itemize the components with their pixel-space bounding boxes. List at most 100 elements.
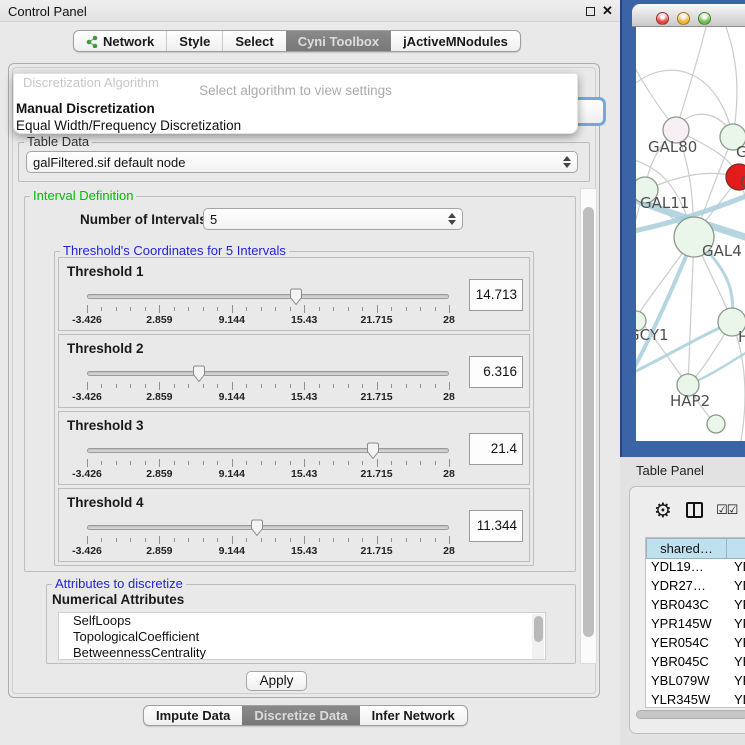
tab-network[interactable]: Network (74, 31, 166, 51)
control-panel-titlebar: Control Panel ✕ (0, 0, 620, 22)
cell-name[interactable]: YLR3 (727, 692, 745, 708)
tab-infer-network[interactable]: Infer Network (360, 706, 467, 725)
table-row[interactable]: YLR345WYLR3 (646, 692, 745, 708)
cell-shared-name[interactable]: YDR27… (646, 578, 727, 597)
network-edge[interactable] (726, 27, 737, 137)
table-row[interactable]: YBL079WYBL0 (646, 673, 745, 692)
table-panel-title: Table Panel (636, 463, 704, 478)
network-edge-highlighted[interactable] (636, 237, 694, 383)
slider-track[interactable] (87, 294, 449, 299)
algorithm-option-equal-width-frequency-discretization[interactable]: Equal Width/Frequency Discretization (16, 118, 241, 133)
threshold-label: Threshold 4 (67, 495, 144, 510)
top-tab-bar: NetworkStyle Select Cyni Toolbox jActiveMNo… (73, 30, 521, 52)
table-row[interactable]: YDR27…YDR2 (646, 578, 745, 597)
threshold-value-field[interactable]: 11.344 (469, 510, 523, 542)
attribute-item-selfloops[interactable]: SelfLoops (59, 613, 545, 629)
threshold-value-field[interactable]: 21.4 (469, 433, 523, 465)
apply-button[interactable]: Apply (246, 671, 307, 691)
network-node-label: GAL4 (702, 242, 742, 260)
number-of-intervals-combobox[interactable]: 5 (203, 208, 463, 230)
tab-label: jActiveMNodules (403, 34, 508, 49)
numerical-attributes-list[interactable]: SelfLoopsTopologicalCoefficientBetweenne… (58, 612, 546, 660)
gear-icon[interactable]: ⚙ (654, 498, 672, 522)
network-edge[interactable] (688, 237, 694, 385)
table-row[interactable]: YPR145WYPR1 (646, 616, 745, 635)
table-horizontal-scrollbar[interactable] (636, 710, 745, 719)
network-node-label: C (740, 173, 745, 191)
tab-style[interactable]: Style (166, 31, 222, 51)
table-row[interactable]: YBR043CYBR0 (646, 597, 745, 616)
cell-name[interactable]: YBR0 (727, 597, 745, 616)
zoom-traffic-light[interactable] (698, 12, 711, 25)
cell-name[interactable]: YBR0 (727, 654, 745, 673)
cell-name[interactable]: YPR1 (727, 616, 745, 635)
attribute-item-topologicalcoefficient[interactable]: TopologicalCoefficient (59, 629, 545, 645)
algorithm-dropdown-popup: Discretization Algorithm Select algorith… (13, 73, 578, 134)
attributes-scrollbar[interactable] (532, 614, 544, 660)
slider-track[interactable] (87, 371, 449, 376)
threshold-label: Threshold 2 (67, 341, 144, 356)
checkbox-pair-icon[interactable]: ☑☑ (716, 503, 737, 518)
network-edge[interactable] (645, 173, 739, 190)
cell-name[interactable]: YER0 (727, 635, 745, 654)
tab-label: Impute Data (156, 708, 230, 723)
float-window-icon[interactable] (586, 7, 595, 16)
threshold-label: Threshold 3 (67, 418, 144, 433)
table-row[interactable]: YBR045CYBR0 (646, 654, 745, 673)
slider-track[interactable] (87, 525, 449, 530)
table-header-row: shared… n (646, 538, 745, 559)
attribute-item-betweennesscentrality[interactable]: BetweennessCentrality (59, 645, 545, 660)
tab-cyni-toolbox[interactable]: Cyni Toolbox (286, 31, 391, 51)
cell-shared-name[interactable]: YPR145W (646, 616, 727, 635)
threshold-slider[interactable]: -3.4262.8599.14415.4321.71528 (87, 371, 449, 401)
main-scrollbar-thumb[interactable] (583, 207, 594, 637)
cell-shared-name[interactable]: YBL079W (646, 673, 727, 692)
column-header-shared[interactable]: shared… (646, 538, 727, 559)
numerical-attributes-label: Numerical Attributes (52, 592, 184, 607)
main-scrollbar[interactable] (580, 188, 597, 664)
cell-shared-name[interactable]: YER054C (646, 635, 727, 654)
network-node-label: GA (736, 143, 745, 161)
stepper-icon (562, 156, 571, 168)
slider-ticks (87, 459, 449, 467)
tab-label: Select (235, 34, 273, 49)
slider-ticks (87, 382, 449, 390)
minimize-traffic-light[interactable] (677, 12, 690, 25)
close-traffic-light[interactable] (656, 12, 669, 25)
cell-shared-name[interactable]: YBR043C (646, 597, 727, 616)
network-window-titlebar[interactable] (632, 4, 745, 27)
cell-name[interactable]: YDR2 (727, 578, 745, 597)
algorithm-option-manual-discretization[interactable]: Manual Discretization (16, 101, 155, 116)
tab-jactivemnodules[interactable]: jActiveMNodules (391, 31, 520, 51)
table-data-combobox[interactable]: galFiltered.sif default node (26, 151, 578, 173)
tab-impute-data[interactable]: Impute Data (144, 706, 242, 725)
close-icon[interactable]: ✕ (602, 3, 613, 19)
cell-shared-name[interactable]: YBR045C (646, 654, 727, 673)
node-attribute-table[interactable]: shared… n YDL19…YDL1YDR27…YDR2YBR043CYBR… (645, 537, 745, 708)
attributes-scrollbar-thumb[interactable] (534, 616, 543, 642)
cell-name[interactable]: YBL0 (727, 673, 745, 692)
column-header-name[interactable]: n (727, 538, 745, 559)
threshold-slider[interactable]: -3.4262.8599.14415.4321.71528 (87, 294, 449, 324)
threshold-value-field[interactable]: 14.713 (469, 279, 523, 311)
tab-discretize-data[interactable]: Discretize Data (242, 706, 359, 725)
split-columns-icon[interactable] (686, 502, 703, 518)
tab-select[interactable]: Select (222, 31, 285, 51)
network-edge[interactable] (636, 45, 676, 130)
slider-tick-labels: -3.4262.8599.14415.4321.71528 (87, 391, 449, 403)
cell-shared-name[interactable]: YLR345W (646, 692, 727, 708)
network-canvas[interactable]: GAL80GACGAL11GAL4GCY1HHAP2 (636, 27, 745, 441)
table-row[interactable]: YER054CYER0 (646, 635, 745, 654)
cell-shared-name[interactable]: YDL19… (646, 559, 727, 578)
cell-name[interactable]: YDL1 (727, 559, 745, 578)
table-row[interactable]: YDL19…YDL1 (646, 559, 745, 578)
table-data-group-label: Table Data (24, 135, 92, 149)
threshold-slider[interactable]: -3.4262.8599.14415.4321.71528 (87, 525, 449, 555)
network-node-bottom-node[interactable] (707, 415, 725, 433)
threshold-slider[interactable]: -3.4262.8599.14415.4321.71528 (87, 448, 449, 478)
slider-tick-labels: -3.4262.8599.14415.4321.71528 (87, 545, 449, 557)
threshold-value-field[interactable]: 6.316 (469, 356, 523, 388)
slider-track[interactable] (87, 448, 449, 453)
thresholds-group-label: Threshold's Coordinates for 5 Intervals (60, 244, 289, 258)
bottom-tab-bar: Impute Data Discretize DataInfer Network (143, 705, 468, 726)
